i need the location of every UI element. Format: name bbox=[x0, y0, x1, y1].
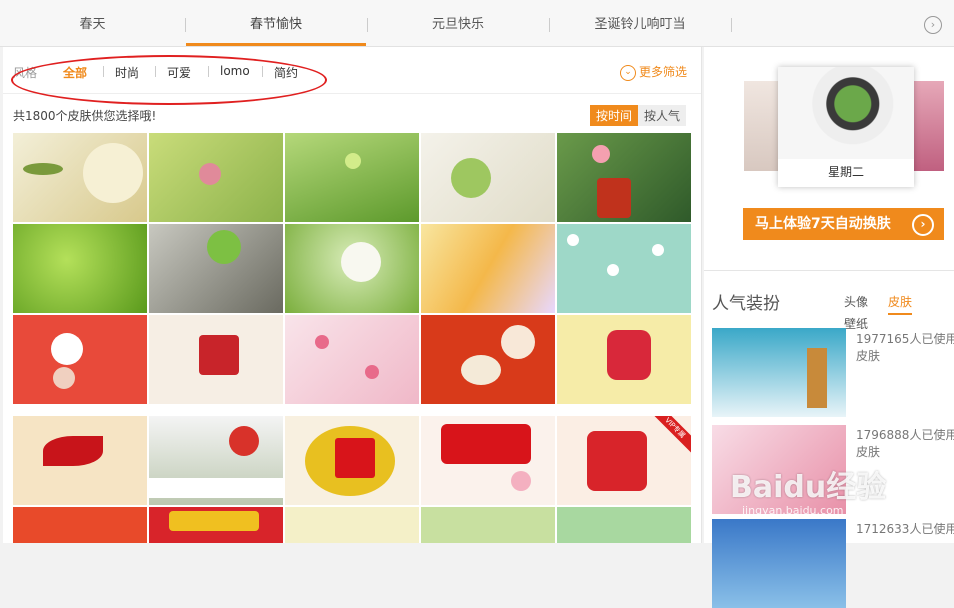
popular-skin-thumbnail[interactable] bbox=[712, 519, 846, 608]
skin-thumbnail[interactable] bbox=[421, 133, 555, 222]
auto-skin-carousel: 星期二 bbox=[744, 67, 944, 187]
popular-tab-wallpaper[interactable]: 壁纸 bbox=[844, 315, 868, 332]
tab-spring[interactable]: 春天 bbox=[20, 0, 165, 44]
skin-thumbnail[interactable] bbox=[421, 224, 555, 313]
skin-thumbnail[interactable] bbox=[557, 315, 691, 404]
skin-thumbnail[interactable] bbox=[285, 224, 419, 313]
skin-thumbnail[interactable] bbox=[557, 224, 691, 313]
baidu-watermark: Baidu经验 bbox=[730, 470, 887, 505]
skin-thumbnail[interactable] bbox=[149, 224, 283, 313]
succulent-image bbox=[778, 67, 914, 159]
baidu-watermark-url: jingyan.baidu.com bbox=[742, 504, 844, 517]
skin-thumbnail[interactable] bbox=[149, 416, 283, 505]
chevron-right-circle-icon: › bbox=[912, 214, 934, 236]
skin-thumbnail[interactable] bbox=[13, 133, 147, 222]
tab-christmas[interactable]: 圣诞铃儿响叮当 bbox=[550, 0, 730, 44]
red-annotation-ellipse bbox=[11, 55, 327, 105]
tab-new-year[interactable]: 元旦快乐 bbox=[368, 0, 548, 44]
popular-skin-thumbnail[interactable] bbox=[712, 328, 846, 417]
skin-thumbnail[interactable] bbox=[285, 315, 419, 404]
skin-thumbnail[interactable] bbox=[149, 507, 283, 543]
skin-thumbnail[interactable] bbox=[285, 133, 419, 222]
skin-thumbnail[interactable] bbox=[149, 315, 283, 404]
skin-count-text: 共1800个皮肤供您选择哦! bbox=[13, 109, 157, 123]
skin-thumbnail[interactable]: VIP专属 bbox=[557, 416, 691, 505]
skin-thumbnail[interactable] bbox=[421, 507, 555, 543]
carousel-day-label: 星期二 bbox=[827, 165, 864, 179]
skin-thumbnail[interactable] bbox=[421, 315, 555, 404]
popular-tab-avatar[interactable]: 头像 bbox=[844, 293, 868, 310]
more-filter-button[interactable]: ⌄ 更多筛选 bbox=[620, 63, 687, 81]
chevron-down-circle-icon: ⌄ bbox=[620, 64, 636, 81]
tab-divider bbox=[731, 18, 732, 32]
sort-by-popularity[interactable]: 按人气 bbox=[638, 105, 687, 126]
sort-toggle: 按时间 按人气 bbox=[590, 105, 687, 126]
skin-thumbnail[interactable] bbox=[557, 507, 691, 543]
section-divider bbox=[704, 270, 954, 271]
carousel-next-card[interactable] bbox=[914, 81, 944, 171]
skin-thumbnail[interactable] bbox=[13, 224, 147, 313]
try-auto-skin-button[interactable]: 马上体验7天自动换肤 › bbox=[743, 208, 944, 240]
skin-thumbnail[interactable] bbox=[13, 507, 147, 543]
sort-by-time[interactable]: 按时间 bbox=[590, 105, 639, 126]
skin-thumbnail[interactable] bbox=[285, 416, 419, 505]
skin-listing: 风格 全部 时尚 可爱 lomo 简约 ⌄ 更多筛选 共1800个皮肤供您选择哦!… bbox=[3, 47, 702, 543]
skin-thumbnail[interactable] bbox=[149, 133, 283, 222]
skin-thumbnail[interactable] bbox=[285, 507, 419, 543]
popular-skin-usage: 1977165人已使用此皮肤 bbox=[856, 332, 954, 363]
chevron-right-circle-icon: › bbox=[924, 16, 942, 34]
popular-skin-usage: 1796888人已使用此皮肤 bbox=[856, 428, 954, 459]
vip-badge: VIP专属 bbox=[649, 416, 691, 454]
try-auto-skin-label: 马上体验7天自动换肤 bbox=[755, 216, 891, 232]
tab-spring-festival[interactable]: 春节愉快 bbox=[186, 0, 366, 46]
skin-thumbnail[interactable] bbox=[13, 416, 147, 505]
more-tabs-button[interactable]: › 更 bbox=[924, 16, 954, 36]
popular-tab-skin[interactable]: 皮肤 bbox=[888, 293, 913, 315]
skin-thumbnail[interactable] bbox=[557, 133, 691, 222]
top-category-nav: 春天 春节愉快 元旦快乐 圣诞铃儿响叮当 › 更 bbox=[0, 0, 954, 47]
popular-tabs: 头像 皮肤壁纸 bbox=[844, 293, 954, 332]
popular-skin-usage: 1712633人已使用此 bbox=[856, 522, 954, 536]
skin-thumbnail-grid: VIP专属 bbox=[13, 133, 693, 543]
more-filter-label: 更多筛选 bbox=[639, 65, 688, 79]
skin-thumbnail[interactable] bbox=[13, 315, 147, 404]
skin-thumbnail[interactable] bbox=[421, 416, 555, 505]
popular-title: 人气装扮 bbox=[712, 294, 780, 314]
carousel-prev-card[interactable] bbox=[744, 81, 778, 171]
carousel-current-card[interactable]: 星期二 bbox=[778, 67, 914, 187]
